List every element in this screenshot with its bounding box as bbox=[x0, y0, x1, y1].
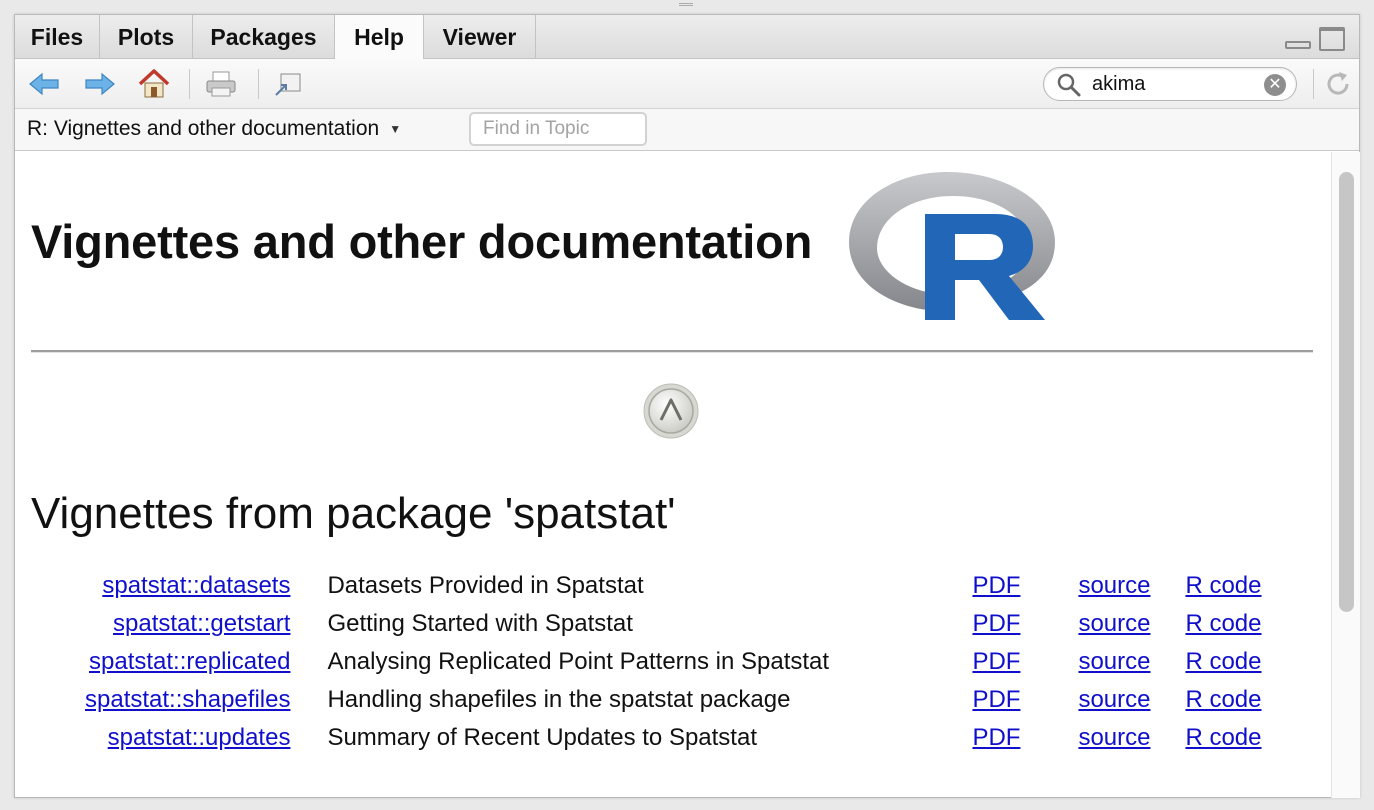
tab-plots[interactable]: Plots bbox=[100, 15, 193, 59]
vignette-name-link[interactable]: spatstat::datasets bbox=[102, 572, 290, 599]
vignette-name-link[interactable]: spatstat::replicated bbox=[89, 648, 290, 675]
vignette-name-link[interactable]: spatstat::shapefiles bbox=[85, 686, 290, 713]
scrollbar-thumb[interactable] bbox=[1339, 172, 1354, 612]
r-code-link[interactable]: R code bbox=[1185, 686, 1261, 713]
r-code-link[interactable]: R code bbox=[1185, 572, 1261, 599]
pdf-link[interactable]: PDF bbox=[972, 648, 1020, 675]
r-logo bbox=[849, 172, 1055, 320]
help-pane: Files Plots Packages Help Viewer akima ✕… bbox=[14, 14, 1360, 798]
vignette-name-link[interactable]: spatstat::getstart bbox=[113, 610, 290, 637]
source-link[interactable]: source bbox=[1078, 724, 1150, 751]
pane-resize-grip[interactable] bbox=[679, 3, 693, 6]
r-code-link[interactable]: R code bbox=[1185, 648, 1261, 675]
tab-files[interactable]: Files bbox=[15, 15, 100, 59]
maximize-pane-button[interactable] bbox=[1319, 27, 1345, 51]
print-icon[interactable] bbox=[204, 67, 238, 101]
vignette-row: spatstat::updates Summary of Recent Updat… bbox=[85, 719, 1285, 757]
source-link[interactable]: source bbox=[1078, 648, 1150, 675]
up-arrow-icon[interactable] bbox=[642, 382, 700, 440]
search-icon bbox=[1057, 73, 1081, 97]
help-search-box: ✕ bbox=[1043, 67, 1297, 101]
vignette-row: spatstat::datasets Datasets Provided in S… bbox=[85, 567, 1285, 605]
toolbar-separator bbox=[1313, 69, 1314, 99]
forward-arrow-icon[interactable] bbox=[83, 67, 117, 101]
tab-viewer[interactable]: Viewer bbox=[424, 15, 536, 59]
vignette-description: Handling shapefiles in the spatstat pack… bbox=[327, 686, 791, 713]
content-scrollbar[interactable] bbox=[1331, 152, 1360, 798]
vignette-name-link[interactable]: spatstat::updates bbox=[108, 724, 291, 751]
vignettes-table: spatstat::datasets Datasets Provided in S… bbox=[85, 567, 1285, 757]
vignette-row: spatstat::getstart Getting Started with S… bbox=[85, 605, 1285, 643]
topic-dropdown-label: R: Vignettes and other documentation bbox=[27, 117, 380, 140]
pdf-link[interactable]: PDF bbox=[972, 610, 1020, 637]
topic-history-dropdown[interactable]: R: Vignettes and other documentation ▼ bbox=[27, 117, 401, 141]
vignette-description: Analysing Replicated Point Patterns in S… bbox=[327, 648, 830, 675]
pdf-link[interactable]: PDF bbox=[972, 724, 1020, 751]
back-arrow-icon[interactable] bbox=[27, 67, 61, 101]
page-title: Vignettes and other documentation bbox=[31, 215, 813, 268]
pdf-link[interactable]: PDF bbox=[972, 572, 1020, 599]
help-toolbar: ✕ bbox=[15, 59, 1359, 109]
refresh-icon[interactable] bbox=[1321, 67, 1355, 101]
r-code-link[interactable]: R code bbox=[1185, 610, 1261, 637]
source-link[interactable]: source bbox=[1078, 572, 1150, 599]
vignette-description: Summary of Recent Updates to Spatstat bbox=[327, 724, 757, 751]
tab-help[interactable]: Help bbox=[335, 15, 424, 60]
section-title: Vignettes from package 'spatstat' bbox=[31, 489, 676, 538]
vignette-description: Datasets Provided in Spatstat bbox=[327, 572, 644, 599]
r-code-link[interactable]: R code bbox=[1185, 724, 1261, 751]
toolbar-separator bbox=[189, 69, 190, 99]
vignette-row: spatstat::shapefiles Handling shapefiles … bbox=[85, 681, 1285, 719]
vignette-description: Getting Started with Spatstat bbox=[327, 610, 633, 637]
vignette-row: spatstat::replicated Analysing Replicated… bbox=[85, 643, 1285, 681]
horizontal-rule bbox=[31, 350, 1313, 353]
help-search-input[interactable] bbox=[1092, 72, 1242, 96]
help-content: Vignettes and other documentation Vignet… bbox=[15, 152, 1329, 798]
minimize-pane-button[interactable] bbox=[1285, 41, 1311, 49]
find-in-topic-input[interactable] bbox=[469, 112, 647, 146]
tab-packages[interactable]: Packages bbox=[193, 15, 335, 59]
home-icon[interactable] bbox=[137, 67, 171, 101]
topic-bar: R: Vignettes and other documentation ▼ bbox=[15, 109, 1359, 151]
toolbar-separator bbox=[258, 69, 259, 99]
source-link[interactable]: source bbox=[1078, 686, 1150, 713]
chevron-down-icon: ▼ bbox=[389, 122, 402, 136]
pdf-link[interactable]: PDF bbox=[972, 686, 1020, 713]
popout-icon[interactable] bbox=[271, 67, 305, 101]
source-link[interactable]: source bbox=[1078, 610, 1150, 637]
clear-search-icon[interactable]: ✕ bbox=[1264, 74, 1286, 96]
window-controls bbox=[1285, 27, 1345, 51]
tab-bar: Files Plots Packages Help Viewer bbox=[15, 15, 1359, 60]
